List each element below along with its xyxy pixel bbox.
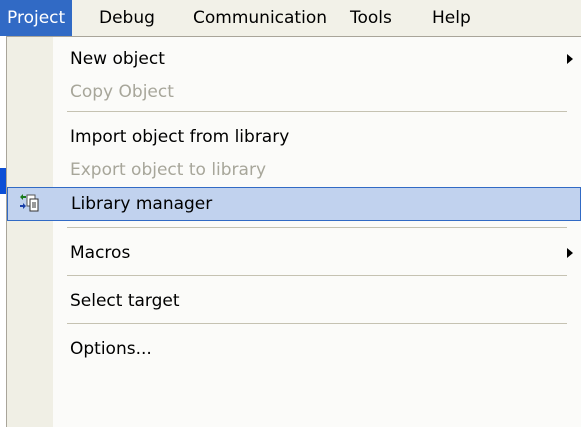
menu-item-macros[interactable]: Macros [7,236,581,270]
library-manager-icon [18,194,40,214]
menu-item-new-object[interactable]: New object [7,42,581,76]
menu-item-export-object[interactable]: Export object to library [7,153,581,187]
submenu-arrow-icon [567,248,573,258]
menu-project[interactable]: Project [0,0,73,36]
menu-separator [67,227,567,228]
menu-item-label: Library manager [71,194,213,214]
menu-separator [67,275,567,276]
menu-communication[interactable]: Communication [186,0,334,36]
menu-item-label: Copy Object [70,82,174,102]
menu-debug[interactable]: Debug [92,0,162,36]
menu-item-label: Options... [70,339,152,359]
menu-separator [67,323,567,324]
menu-item-label: Macros [70,243,131,263]
menu-item-label: New object [70,49,165,69]
menu-bar: Project Debug Communication Tools Help [0,0,581,36]
menu-item-options[interactable]: Options... [7,332,581,366]
menu-item-copy-object[interactable]: Copy Object [7,75,581,109]
menu-item-label: Select target [70,291,180,311]
project-dropdown-menu: New object Copy Object Import object fro… [6,36,581,427]
submenu-arrow-icon [567,54,573,64]
menu-tools[interactable]: Tools [343,0,399,36]
menu-item-label: Import object from library [70,127,290,147]
menu-item-label: Export object to library [70,160,267,180]
menu-separator [67,111,567,112]
menu-item-library-manager[interactable]: Library manager [7,187,581,221]
menu-help[interactable]: Help [425,0,478,36]
menu-item-import-object[interactable]: Import object from library [7,120,581,154]
menu-item-select-target[interactable]: Select target [7,284,581,318]
